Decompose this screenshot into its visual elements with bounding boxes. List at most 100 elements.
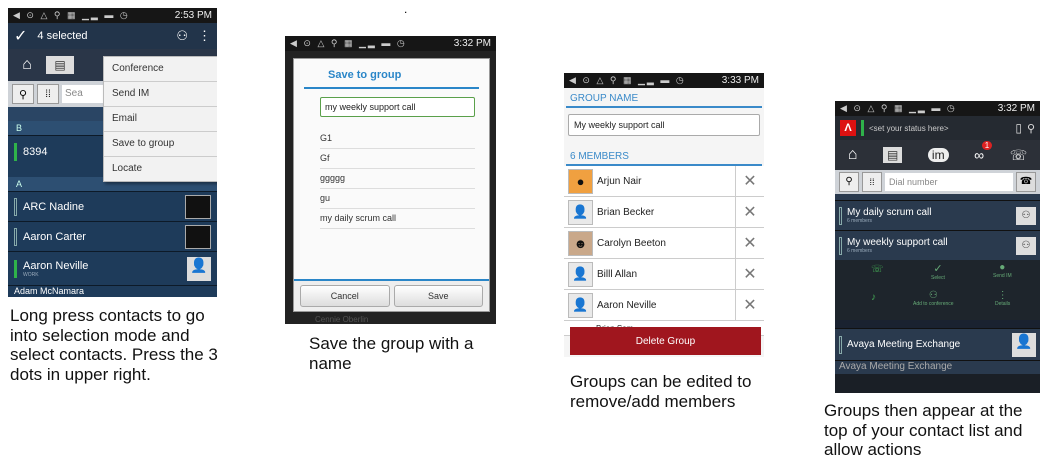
home-icon[interactable]: ⌂ [848,146,858,164]
status-message[interactable]: <set your status here> [869,124,1010,133]
screen-selection-mode: ◀ ⊙ △ ⚲ ▦ ▁▂ ▬ ◷ 2:53 PM ✓ 4 selected ⚇ … [8,8,217,297]
dial-number-input[interactable]: Dial number [885,173,1013,191]
overflow-menu: Conference Send IM Email Save to group L… [103,56,217,182]
home-icon[interactable]: ⌂ [14,54,40,76]
menu-item-save-to-group[interactable]: Save to group [104,132,217,157]
group-name-input[interactable]: my weekly support call [320,97,475,117]
stray-dot: . [404,2,408,16]
group-row[interactable]: My daily scrum call 6 members ⚇ [835,200,1040,230]
status-bar: ◀ ⊙ △ ⚲ ▦ ▁▂ ▬ ◷ 3:32 PM [285,36,496,51]
select-check-icon: ✓ [933,263,943,275]
group-name: My weekly support call [847,237,948,248]
status-time: 2:53 PM [174,10,212,21]
remove-member-icon[interactable]: ✕ [735,228,764,258]
avatar: 👤 [568,199,593,225]
group-name-field[interactable]: My weekly support call [568,114,760,136]
contact-photo [185,224,211,249]
status-icons: ◀ ⊙ △ ⚲ ▦ ▁▂ ▬ ◷ [840,103,957,113]
add-people-icon: ⚇ [928,290,938,301]
group-list-item[interactable]: ggggg [320,169,475,189]
avaya-logo-icon: Λ [840,120,856,136]
remove-member-icon[interactable]: ✕ [735,166,764,196]
search-icon[interactable]: ⚲ [12,84,34,104]
group-action-panel: ☏ ✓ Select ● Send IM ♪ ⚇ Add to conferen… [835,260,1040,320]
voicemail-icon[interactable]: ∞ 1 [974,141,993,163]
im-icon[interactable]: im [927,148,949,162]
group-list-item[interactable]: my daily scrum call [320,209,475,229]
contact-row[interactable]: Aaron Carter [8,221,217,251]
member-row: 👤 Brian Becker ✕ [564,197,764,228]
presence-indicator [14,142,17,161]
dial-icon[interactable]: ☎ [1016,172,1036,192]
screen-save-to-group: ◀ ⊙ △ ⚲ ▦ ▁▂ ▬ ◷ 3:32 PM Save to group m… [285,36,496,324]
group-icon[interactable]: ⚇ [176,28,188,44]
delete-group-button[interactable]: Delete Group [570,327,761,355]
remove-member-icon[interactable]: ✕ [735,197,764,227]
presence-indicator [14,227,17,246]
status-time: 3:33 PM [721,75,759,86]
presence-indicator [14,197,17,216]
status-icons: ◀ ⊙ △ ⚲ ▦ ▁▂ ▬ ◷ [13,10,130,20]
contact-name: Avaya Meeting Exchange [839,361,953,372]
presence-indicator [861,120,864,136]
selection-bar: ✓ 4 selected ⚇ ⋮ [8,23,217,49]
contact-row[interactable]: ARC Nadine [8,191,217,221]
details-action[interactable]: ⋮ Details [995,290,1010,307]
contact-card-icon[interactable]: ▤ [46,56,74,74]
member-name: Arjun Nair [597,175,642,187]
menu-item-conference[interactable]: Conference [104,57,217,82]
menu-item-send-im[interactable]: Send IM [104,82,217,107]
cancel-button[interactable]: Cancel [300,285,390,307]
contact-name: Adam McNamara [14,286,85,296]
status-bar: ◀ ⊙ △ ⚲ ▦ ▁▂ ▬ ◷ 3:32 PM [835,101,1040,116]
group-list-item[interactable]: G1 [320,129,475,149]
phone-icon[interactable]: ▯ [1015,121,1022,135]
contact-row[interactable]: Avaya Meeting Exchange [835,360,1040,374]
background-contact-text: Cennie Oberlin [315,315,369,324]
selected-count: 4 selected [37,30,88,42]
remove-member-icon[interactable]: ✕ [735,259,764,289]
contact-row[interactable]: Avaya Meeting Exchange 👤 [835,328,1040,360]
avatar: 👤 [187,256,211,281]
avatar: ☻ [568,230,593,256]
dialpad-icon[interactable]: ⁞⁞ [862,172,882,192]
contact-row[interactable]: Adam McNamara [8,285,217,297]
group-row[interactable]: My weekly support call 6 members ⚇ [835,230,1040,260]
check-icon[interactable]: ✓ [14,26,27,46]
dialpad-icon[interactable]: ⁞⁞ [37,84,59,104]
contact-row[interactable]: Aaron Neville WORK 👤 [8,251,217,285]
menu-item-locate[interactable]: Locate [104,157,217,181]
group-member-count: 6 members [847,218,873,224]
group-name-header: GROUP NAME [566,88,762,108]
member-name: Brian Becker [597,206,655,218]
status-icons: ◀ ⊙ △ ⚲ ▦ ▁▂ ▬ ◷ [290,38,407,48]
send-im-action[interactable]: ● Send IM [993,262,1012,279]
status-icons: ◀ ⊙ △ ⚲ ▦ ▁▂ ▬ ◷ [569,75,686,85]
calls-icon[interactable]: ☏ [1010,147,1028,164]
caption-1: Long press contacts to go into selection… [10,306,218,384]
add-to-conference-label: Add to conference [913,301,954,307]
member-name: Aaron Neville [597,299,657,311]
overflow-menu-icon[interactable]: ⋮ [198,28,211,44]
status-time: 3:32 PM [997,103,1035,114]
caption-3: Groups can be edited to remove/add membe… [570,372,752,411]
group-list-item[interactable]: gu [320,189,475,209]
add-to-conference-action[interactable]: ⚇ Add to conference [913,290,954,307]
member-row: ☻ Carolyn Beeton ✕ [564,228,764,259]
status-bar: ◀ ⊙ △ ⚲ ▦ ▁▂ ▬ ◷ 2:53 PM [8,8,217,23]
contact-photo [185,194,211,219]
search-bar: ⚲ ⁞⁞ Dial number ☎ [835,170,1040,194]
call-action-icon[interactable]: ☏ [871,264,884,275]
member-name: Carolyn Beeton [597,237,666,249]
search-icon[interactable]: ⚲ [839,172,859,192]
menu-item-email[interactable]: Email [104,107,217,132]
contact-card-icon[interactable]: ▤ [883,147,903,163]
select-action[interactable]: ✓ Select [931,262,945,281]
remove-member-icon[interactable]: ✕ [735,290,764,320]
location-icon[interactable]: ⚲ [1027,122,1035,135]
bell-icon[interactable]: ♪ [871,292,876,303]
group-member-count: 6 members [847,248,873,254]
save-button[interactable]: Save [393,285,483,307]
group-list-item[interactable]: Gf [320,149,475,169]
contact-name: Aaron Carter [23,230,86,243]
